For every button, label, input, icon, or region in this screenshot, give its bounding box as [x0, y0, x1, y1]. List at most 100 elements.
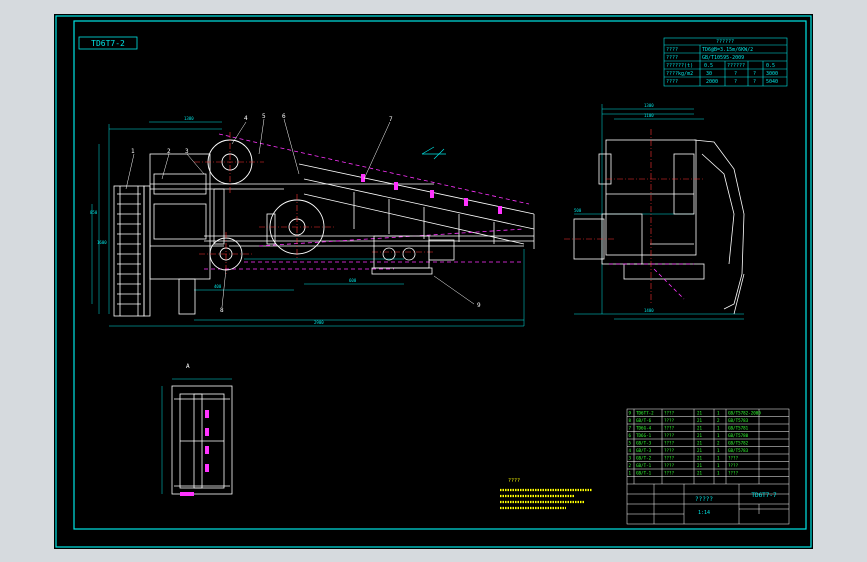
bom-cell-qty: 21: [697, 426, 703, 431]
spec-cell: ?: [734, 79, 737, 85]
bom-cell-mat: 2: [717, 441, 720, 446]
svg-text:2900: 2900: [314, 320, 324, 325]
bom-cell-mat: 1: [717, 456, 720, 461]
bom-cell-note: GB/T5782-2000: [728, 411, 761, 416]
svg-text:1400: 1400: [644, 308, 654, 313]
notes-title: ????: [508, 478, 520, 484]
view-arrow: [421, 146, 446, 160]
bom-cell-code: GB/T-6: [636, 418, 652, 423]
bom-cell-qty: 21: [697, 456, 703, 461]
spec-cell: ?: [753, 79, 756, 85]
bom-cell-note: ????: [728, 471, 739, 476]
main-side-view: 13802900400 6008501600 1 2 3 4 5 6 7 8 9: [90, 113, 535, 327]
bom-cell-note: GB/T5783: [728, 448, 749, 453]
stamp-text: TD6T7-2: [91, 39, 125, 48]
bom-cell-qty: 21: [697, 463, 703, 468]
motor-gearbox: [371, 235, 455, 275]
bom-cell-no: 1: [629, 471, 632, 476]
bom-cell-qty: 21: [697, 471, 703, 476]
svg-text:850: 850: [90, 210, 98, 215]
title-block-scale: 1:14: [698, 510, 710, 516]
svg-text:1300: 1300: [644, 103, 654, 108]
bom-cell-name: ????: [664, 418, 675, 423]
title-block: [627, 484, 789, 524]
bom-cell-mat: 1: [717, 426, 720, 431]
bill-of-materials: 9 TD6T7-2???? 21 1 GB/T5782-20008 GB/T-6???? 2…: [626, 408, 790, 525]
spec-label: ????: [666, 55, 678, 61]
part-number: 6: [282, 113, 286, 120]
bom-cell-code: GB/T-1: [636, 463, 652, 468]
drawing-sheet: TD6T7-2 ?????? ???? TD6@B=3.15m/6KW/2 ??…: [54, 14, 813, 549]
bom-cell-note: ????: [728, 456, 739, 461]
bom-cell-code: GB/T-3: [636, 448, 652, 453]
svg-text:1100: 1100: [644, 113, 654, 118]
bom-cell-qty: 21: [697, 418, 703, 423]
bom-cell-name: ????: [664, 448, 675, 453]
conveyor-supports: [361, 174, 502, 214]
spec-label: ????: [666, 79, 678, 85]
svg-text:1380: 1380: [184, 116, 194, 121]
title-block-code: TD6T7-7: [751, 492, 777, 499]
bom-cell-name: ????: [664, 441, 675, 446]
end-view: 1300 1100 1400 500: [564, 103, 745, 320]
bom-cell-code: TD6G-4: [636, 426, 652, 431]
bom-cell-mat: 1: [717, 433, 720, 438]
part-number: 4: [244, 115, 248, 122]
bom-cell-no: 9: [629, 411, 632, 416]
part-number: 5: [262, 113, 266, 120]
bom-cell-qty: 21: [697, 433, 703, 438]
bom-cell-note: GB/T5782: [728, 441, 749, 446]
svg-text:1600: 1600: [97, 240, 107, 245]
spec-cell: ?: [753, 71, 756, 77]
bom-cell-code: TD6T7-2: [636, 411, 654, 416]
bom-cell-name: ????: [664, 411, 675, 416]
spec-value: GB/T10595-2009: [702, 55, 744, 61]
bom-cell-no: 3: [629, 456, 632, 461]
feed-ladder: [113, 185, 151, 317]
bom-cell-no: 8: [629, 418, 632, 423]
spec-value: 0.5: [704, 63, 713, 69]
part-number: 1: [131, 148, 135, 155]
part-number: 9: [477, 302, 481, 309]
bom-cell-code: GB/T-2: [636, 456, 652, 461]
bom-cell-no: 5: [629, 441, 632, 446]
bom-cell-qty: 21: [697, 441, 703, 446]
spec-label: ????kg/m2: [666, 71, 693, 77]
bom-cell-mat: 2: [717, 418, 720, 423]
bom-cell-no: 2: [629, 463, 632, 468]
bom-cell-qty: 21: [697, 448, 703, 453]
bom-cell-name: ????: [664, 433, 675, 438]
bom-cell-no: 7: [629, 426, 632, 431]
bom-cell-mat: 1: [717, 471, 720, 476]
bom-cell-code: TD6G-1: [636, 433, 652, 438]
svg-text:500: 500: [574, 208, 582, 213]
detail-label: A: [186, 363, 190, 370]
part-number: 7: [389, 116, 393, 123]
bom-cell-mat: 1: [717, 411, 720, 416]
bom-cell-name: ????: [664, 426, 675, 431]
bom-cell-name: ????: [664, 463, 675, 468]
bom-cell-note: GB/T5783: [728, 418, 749, 423]
bom-cell-note: GB/T5780: [728, 433, 749, 438]
part-number: 8: [220, 307, 224, 314]
spec-table-title: ??????: [716, 39, 734, 45]
bom-cell-note: GB/T5781: [728, 426, 749, 431]
bom-cell-no: 6: [629, 433, 632, 438]
detail-view: A: [161, 363, 233, 496]
hidden-lines: [204, 133, 530, 270]
spec-value: 3000: [766, 71, 778, 77]
bom-cell-name: ????: [664, 471, 675, 476]
bom-cell-mat: 1: [717, 463, 720, 468]
bom-cell-mat: 1: [717, 448, 720, 453]
spec-label: ??????: [727, 63, 745, 69]
bom-cell-no: 4: [629, 448, 632, 453]
svg-text:400: 400: [214, 284, 222, 289]
bom-cell-code: GB/T-3: [636, 441, 652, 446]
bom-cell-code: GB/T-1: [636, 471, 652, 476]
part-number: 2: [167, 148, 171, 155]
title-block-label: ?????: [695, 496, 713, 503]
technical-notes: ????: [500, 478, 592, 510]
bom-cell-note: ????: [728, 463, 739, 468]
base-frame: [204, 188, 534, 247]
spec-label: ??????(t): [666, 63, 693, 69]
